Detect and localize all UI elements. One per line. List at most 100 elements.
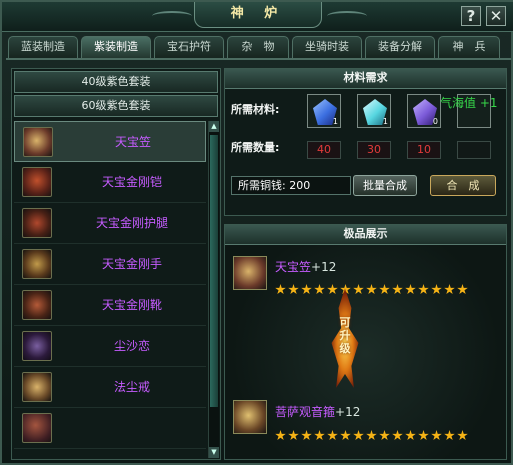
- tab-divine-weapon[interactable]: 神 兵: [438, 36, 500, 58]
- glove-icon: [22, 249, 52, 279]
- list-item[interactable]: 天宝金刚靴: [14, 285, 206, 326]
- tab-purple-craft[interactable]: 紫装制造: [81, 36, 151, 58]
- item-name: 尘沙恋: [113, 339, 150, 353]
- qihai-value: 气海值 +1: [440, 96, 498, 110]
- window-title: 神 炉: [194, 2, 322, 28]
- star-icon: [275, 284, 286, 295]
- title-bar[interactable]: 神 炉 ? ✕: [2, 2, 513, 32]
- star-icon: [405, 430, 416, 441]
- owned-count: 0: [432, 117, 438, 126]
- helmet-icon[interactable]: [233, 256, 267, 290]
- scroll-up-icon[interactable]: ▲: [209, 121, 219, 132]
- item-name: 天宝金刚手: [101, 257, 162, 271]
- tab-blue-craft[interactable]: 蓝装制造: [8, 36, 78, 58]
- owned-count: 1: [332, 117, 338, 126]
- helmet-icon: [23, 127, 53, 157]
- tab-mount-fashion[interactable]: 坐骑时装: [292, 36, 362, 58]
- materials-panel: 材料需求 所需材料: 所需数量: 1 1 0 气海值 +1 40 30 10 所…: [224, 68, 507, 216]
- list-item[interactable]: 天宝金刚护腿: [14, 203, 206, 244]
- star-icon: [353, 430, 364, 441]
- star-icon: [418, 284, 429, 295]
- star-icon: [418, 430, 429, 441]
- star-icon: [431, 284, 442, 295]
- close-button[interactable]: ✕: [486, 6, 506, 26]
- upgrade-label: 可升级: [339, 316, 351, 355]
- showcase-top-title: 天宝笠: [275, 260, 312, 274]
- material-slot-1[interactable]: 1: [307, 94, 341, 128]
- tab-bar: 蓝装制造 紫装制造 宝石护符 杂 物 坐骑时装 装备分解 神 兵: [8, 36, 508, 58]
- materials-label: 所需材料:: [231, 103, 280, 116]
- star-icon: [405, 284, 416, 295]
- star-icon: [275, 430, 286, 441]
- item-name: 天宝笠: [114, 135, 151, 149]
- showcase-bottom-plus: +12: [335, 405, 361, 419]
- star-icon: [327, 430, 338, 441]
- star-icon: [340, 430, 351, 441]
- item-list: 天宝笠 天宝金刚铠 天宝金刚护腿 天宝金刚手 天宝金刚靴 尘沙恋 法尘戒: [14, 121, 206, 458]
- copper-cost: 所需铜钱: 200: [231, 176, 351, 195]
- category-40[interactable]: 40级紫色套装: [14, 71, 218, 93]
- category-60[interactable]: 60级紫色套装: [14, 95, 218, 117]
- tab-misc[interactable]: 杂 物: [227, 36, 289, 58]
- item-name: 天宝金刚护腿: [95, 216, 168, 230]
- showcase-top-stars: [275, 284, 468, 295]
- headband-icon[interactable]: [233, 400, 267, 434]
- showcase-bottom-title: 菩萨观音箍: [275, 405, 336, 419]
- material-slot-3[interactable]: 0: [407, 94, 441, 128]
- star-icon: [457, 284, 468, 295]
- showcase-top-name: 天宝笠+12: [275, 258, 336, 275]
- star-icon: [457, 430, 468, 441]
- boot-icon: [22, 290, 52, 320]
- scroll-down-icon[interactable]: ▼: [209, 447, 219, 458]
- showcase-bottom-name: 菩萨观音箍+12: [275, 403, 360, 420]
- item-name: 法尘戒: [113, 380, 150, 394]
- list-item[interactable]: [14, 408, 206, 449]
- list-item[interactable]: 天宝金刚手: [14, 244, 206, 285]
- title-ornament-right-icon: [327, 11, 367, 21]
- craft-button[interactable]: 合 成: [430, 175, 496, 196]
- scroll-thumb[interactable]: [210, 135, 218, 407]
- list-item[interactable]: 天宝笠: [14, 121, 206, 162]
- star-icon: [288, 430, 299, 441]
- forge-window: 神 炉 ? ✕ 蓝装制造 紫装制造 宝石护符 杂 物 坐骑时装 装备分解 神 兵…: [0, 0, 513, 465]
- required-qty-4: [457, 141, 491, 159]
- tab-disassemble[interactable]: 装备分解: [365, 36, 435, 58]
- star-icon: [288, 284, 299, 295]
- list-scrollbar[interactable]: ▲ ▼: [208, 121, 219, 458]
- star-icon: [301, 284, 312, 295]
- list-item[interactable]: 法尘戒: [14, 367, 206, 408]
- owned-count: 1: [382, 117, 388, 126]
- star-icon: [366, 430, 377, 441]
- amulet-icon: [22, 331, 52, 361]
- list-item[interactable]: 尘沙恋: [14, 326, 206, 367]
- tab-gem-charm[interactable]: 宝石护符: [154, 36, 224, 58]
- upgrade-arrow: 可升级: [321, 288, 369, 388]
- weapon-icon: [22, 413, 52, 443]
- required-qty-2: 30: [357, 141, 391, 159]
- required-qty-3: 10: [407, 141, 441, 159]
- showcase-panel: 极品展示 天宝笠+12 可升级 菩萨观音箍+12: [224, 224, 507, 460]
- title-ornament-left-icon: [152, 11, 192, 21]
- tab-divider: [6, 58, 511, 60]
- star-icon: [431, 430, 442, 441]
- star-icon: [314, 430, 325, 441]
- star-icon: [392, 430, 403, 441]
- batch-craft-button[interactable]: 批量合成: [353, 175, 417, 196]
- ring-icon: [22, 372, 52, 402]
- showcase-header: 极品展示: [225, 225, 506, 245]
- star-icon: [379, 430, 390, 441]
- showcase-top-plus: +12: [311, 260, 337, 274]
- recipe-list-panel: 40级紫色套装 60级紫色套装 天宝笠 天宝金刚铠 天宝金刚护腿 天宝金刚手 天…: [11, 68, 221, 460]
- star-icon: [444, 430, 455, 441]
- required-qty-1: 40: [307, 141, 341, 159]
- help-button[interactable]: ?: [461, 6, 481, 26]
- list-item[interactable]: 天宝金刚铠: [14, 162, 206, 203]
- item-name: 天宝金刚铠: [101, 175, 162, 189]
- item-name: [62, 408, 202, 448]
- quantity-label: 所需数量:: [231, 141, 280, 154]
- materials-header: 材料需求: [225, 69, 506, 89]
- item-name: 天宝金刚靴: [101, 298, 162, 312]
- material-slot-2[interactable]: 1: [357, 94, 391, 128]
- star-icon: [301, 430, 312, 441]
- showcase-bottom-stars: [275, 430, 468, 441]
